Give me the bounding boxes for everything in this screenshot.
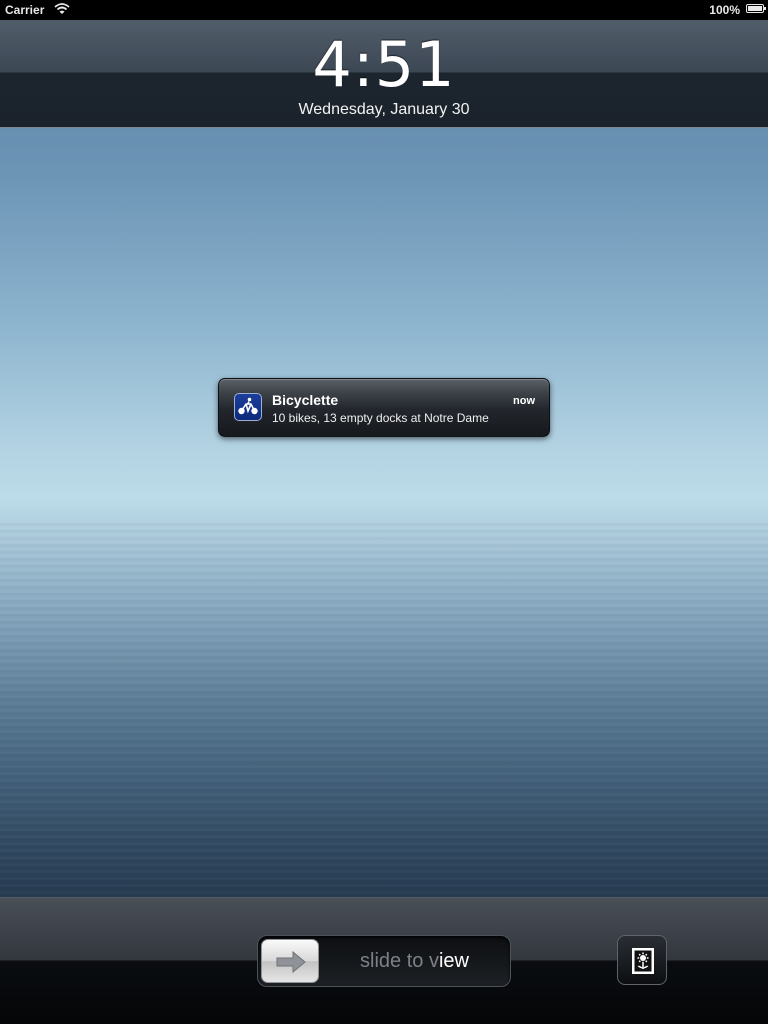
arrow-right-icon <box>276 951 306 973</box>
notification-timestamp: now <box>513 395 535 407</box>
bicycle-icon <box>234 393 262 421</box>
bottom-bar: slide to view <box>0 897 768 1024</box>
carrier-label: Carrier <box>5 3 45 17</box>
slide-to-view-slider[interactable]: slide to view <box>257 935 511 987</box>
clock-bar: 4:51 Wednesday, January 30 <box>0 20 768 128</box>
notification-app-name: Bicyclette <box>272 392 339 408</box>
battery-percent: 100% <box>709 3 740 17</box>
photo-frame-icon <box>632 948 654 974</box>
notification-message: 10 bikes, 13 empty docks at Notre Dame <box>272 411 489 425</box>
slider-knob[interactable] <box>261 939 319 983</box>
slider-label: slide to view <box>322 949 507 973</box>
slider-label-shine: iew <box>438 950 469 972</box>
lock-time: 4:51 <box>312 28 456 101</box>
status-bar: Carrier 100% <box>0 0 768 20</box>
wifi-icon <box>54 2 70 15</box>
lock-screen: Carrier 100% 4:51 Wednesday, January 30 <box>0 0 768 1024</box>
wallpaper <box>0 0 768 1024</box>
notification-banner[interactable]: Bicyclette 10 bikes, 13 empty docks at N… <box>218 378 550 437</box>
slider-label-dim: slide to v <box>360 950 439 972</box>
photo-frame-button[interactable] <box>617 935 667 985</box>
wallpaper-water <box>0 520 768 900</box>
battery-icon <box>746 4 766 13</box>
lock-date: Wednesday, January 30 <box>298 101 470 118</box>
